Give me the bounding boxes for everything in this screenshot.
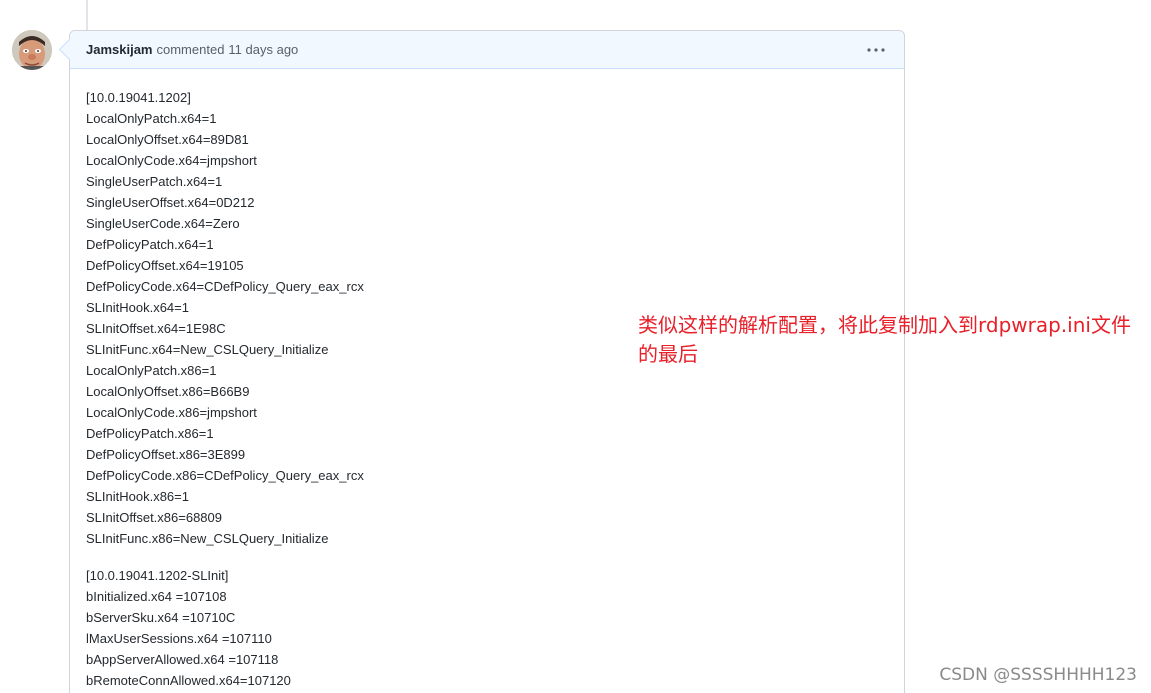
- config-line: DefPolicyPatch.x64=1: [86, 237, 214, 252]
- config-line: bAppServerAllowed.x64 =107118: [86, 652, 279, 667]
- config-line: SLInitHook.x86=1: [86, 489, 189, 504]
- config-lines-2: bInitialized.x64 =107108 bServerSku.x64 …: [86, 586, 888, 691]
- config-line: SLInitOffset.x86=68809: [86, 510, 222, 525]
- comment-body: [10.0.19041.1202] LocalOnlyPatch.x64=1 L…: [70, 69, 904, 691]
- config-line: LocalOnlyCode.x86=jmpshort: [86, 405, 257, 420]
- page: Jamskijam commented 11 days ago [10.0.19…: [0, 0, 1151, 693]
- config-line: SingleUserPatch.x64=1: [86, 174, 223, 189]
- config-line: SingleUserCode.x64=Zero: [86, 216, 240, 231]
- comment-author-link[interactable]: Jamskijam: [86, 42, 153, 57]
- red-annotation-text: 类似这样的解析配置，将此复制加入到rdpwrap.ini文件的最后: [638, 313, 1131, 366]
- config-line: DefPolicyCode.x86=CDefPolicy_Query_eax_r…: [86, 468, 364, 483]
- timeline-line: [86, 0, 88, 30]
- comment-verb: commented: [156, 42, 225, 57]
- config-line: DefPolicyOffset.x86=3E899: [86, 447, 246, 462]
- config-line: SLInitFunc.x86=New_CSLQuery_Initialize: [86, 531, 329, 546]
- config-section-header: [10.0.19041.1202]: [86, 90, 191, 105]
- config-line: LocalOnlyCode.x64=jmpshort: [86, 153, 257, 168]
- config-line: bServerSku.x64 =10710C: [86, 610, 236, 625]
- config-line: DefPolicyPatch.x86=1: [86, 426, 214, 441]
- user-avatar[interactable]: [12, 30, 52, 70]
- avatar-image: [12, 30, 52, 70]
- config-line: SingleUserOffset.x64=0D212: [86, 195, 255, 210]
- config-line: bRemoteConnAllowed.x64=107120: [86, 673, 291, 688]
- csdn-watermark: CSDN @SSSSHHHH123: [939, 665, 1137, 685]
- config-section-header: [10.0.19041.1202-SLInit]: [86, 568, 229, 583]
- kebab-dots: [867, 48, 885, 52]
- comment-timestamp-link[interactable]: 11 days ago: [228, 42, 298, 57]
- config-line: LocalOnlyOffset.x86=B66B9: [86, 384, 250, 399]
- config-line: LocalOnlyOffset.x64=89D81: [86, 132, 249, 147]
- config-line: DefPolicyCode.x64=CDefPolicy_Query_eax_r…: [86, 279, 364, 294]
- comment-header: Jamskijam commented 11 days ago: [70, 31, 904, 69]
- config-line: lMaxUserSessions.x64 =107110: [86, 631, 272, 646]
- config-line: bInitialized.x64 =107108: [86, 589, 227, 604]
- config-line: LocalOnlyPatch.x64=1: [86, 111, 217, 126]
- config-line: DefPolicyOffset.x64=19105: [86, 258, 244, 273]
- kebab-menu-icon[interactable]: [866, 43, 886, 57]
